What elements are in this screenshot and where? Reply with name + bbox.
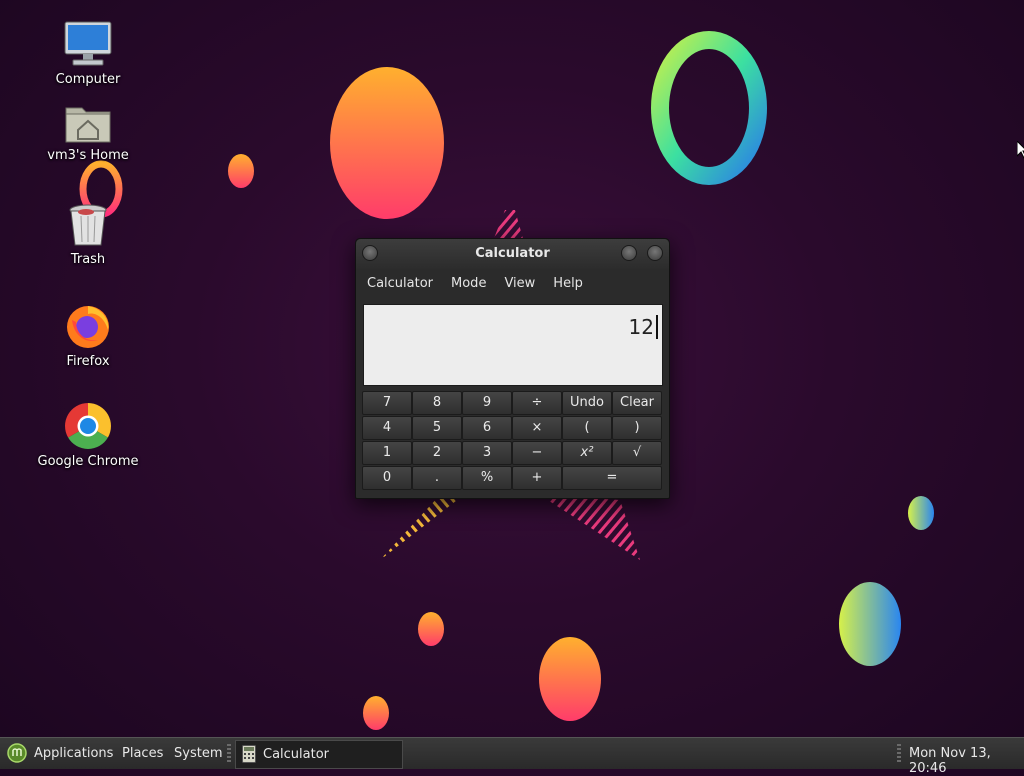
key-sqrt[interactable]: √ <box>612 441 662 465</box>
calculator-display[interactable]: 12 <box>363 304 663 386</box>
desktop-icon-label: Trash <box>70 252 106 267</box>
panel-clock[interactable]: Mon Nov 13, 20:46 <box>909 746 1024 776</box>
key-7[interactable]: 7 <box>362 391 412 415</box>
key-add[interactable]: + <box>512 466 562 490</box>
key-clear[interactable]: Clear <box>612 391 662 415</box>
firefox-icon <box>67 306 109 348</box>
key-subtract[interactable]: − <box>512 441 562 465</box>
mouse-pointer-icon <box>1017 141 1024 159</box>
taskbar-button-label: Calculator <box>263 747 330 762</box>
key-9[interactable]: 9 <box>462 391 512 415</box>
menu-help[interactable]: Help <box>544 276 592 291</box>
key-0[interactable]: 0 <box>362 466 412 490</box>
panel-separator <box>227 744 231 764</box>
menu-view[interactable]: View <box>495 276 544 291</box>
menu-mode[interactable]: Mode <box>442 276 495 291</box>
maximize-button[interactable] <box>647 245 663 261</box>
panel-system-menu[interactable]: System <box>174 746 222 761</box>
minimize-button[interactable] <box>621 245 637 261</box>
menu-calculator[interactable]: Calculator <box>358 276 442 291</box>
key-2[interactable]: 2 <box>412 441 462 465</box>
menubar: Calculator Mode View Help <box>356 269 669 297</box>
key-4[interactable]: 4 <box>362 416 412 440</box>
desktop-icon-label: Computer <box>55 72 121 87</box>
bottom-panel: Applications Places System Calculator Mo… <box>0 737 1024 776</box>
desktop-icon-chrome[interactable]: Google Chrome <box>33 402 143 469</box>
key-equals[interactable]: = <box>562 466 662 490</box>
key-square[interactable]: x² <box>562 441 612 465</box>
key-3[interactable]: 3 <box>462 441 512 465</box>
key-percent[interactable]: % <box>462 466 512 490</box>
desktop-icon-computer[interactable]: Computer <box>33 20 143 87</box>
panel-applications-menu[interactable]: Applications <box>34 746 113 761</box>
desktop-icon-label: Firefox <box>66 354 110 369</box>
panel-places-menu[interactable]: Places <box>122 746 163 761</box>
chrome-icon <box>65 403 111 449</box>
desktop-icon-trash[interactable]: Trash <box>33 204 143 267</box>
key-1[interactable]: 1 <box>362 441 412 465</box>
home-folder-icon <box>65 107 111 143</box>
key-5[interactable]: 5 <box>412 416 462 440</box>
key-8[interactable]: 8 <box>412 391 462 415</box>
window-titlebar[interactable]: Calculator <box>356 239 669 269</box>
key-divide[interactable]: ÷ <box>512 391 562 415</box>
calculator-app-icon <box>242 745 256 763</box>
key-open-paren[interactable]: ( <box>562 416 612 440</box>
desktop-icon-firefox[interactable]: Firefox <box>33 302 143 369</box>
key-6[interactable]: 6 <box>462 416 512 440</box>
mint-menu-icon[interactable] <box>7 743 27 763</box>
desktop-icon-label: Google Chrome <box>37 454 139 469</box>
key-decimal[interactable]: . <box>412 466 462 490</box>
display-value: 12 <box>629 315 658 339</box>
panel-separator <box>897 744 901 764</box>
computer-icon <box>64 21 112 66</box>
key-multiply[interactable]: × <box>512 416 562 440</box>
key-close-paren[interactable]: ) <box>612 416 662 440</box>
taskbar-button-calculator[interactable]: Calculator <box>235 740 403 769</box>
key-undo[interactable]: Undo <box>562 391 612 415</box>
calculator-window[interactable]: Calculator Calculator Mode View Help 12 … <box>355 238 670 499</box>
desktop-icon-home[interactable]: vm3's Home <box>33 102 143 163</box>
desktop-icon-label: vm3's Home <box>47 148 129 163</box>
trash-icon <box>69 204 107 246</box>
